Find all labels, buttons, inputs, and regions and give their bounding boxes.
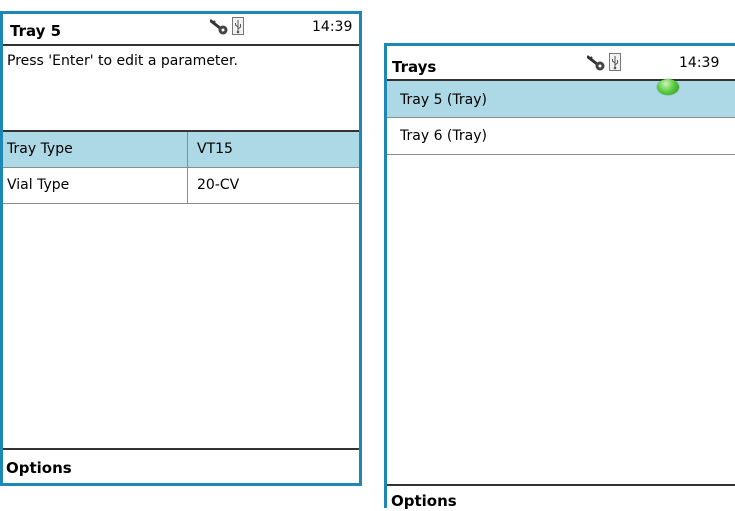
options-softkey[interactable]: Options <box>3 448 359 483</box>
title-bar: Trays 14:39 <box>387 46 735 81</box>
screen-title: Tray 5 <box>10 22 62 40</box>
green-status-icon <box>657 79 679 95</box>
trays-list-screen: Trays 14:39 Tray 5 (Tray) Tray 6 (Tray) … <box>384 43 735 511</box>
clock: 14:39 <box>312 19 353 35</box>
key-icon <box>587 55 605 71</box>
parameter-row-vial-type[interactable]: Vial Type 20-CV <box>3 168 359 204</box>
key-icon <box>210 19 228 35</box>
usb-icon <box>609 53 621 71</box>
parameter-label: Tray Type <box>7 141 73 157</box>
tray-detail-screen: Tray 5 14:39 Press 'Enter' to edit a par… <box>0 11 362 486</box>
parameter-label: Vial Type <box>7 177 70 193</box>
column-divider <box>187 168 188 203</box>
list-item-tray-6[interactable]: Tray 6 (Tray) <box>387 118 735 155</box>
options-label: Options <box>391 492 457 510</box>
parameter-row-tray-type[interactable]: Tray Type VT15 <box>3 132 359 168</box>
usb-icon <box>232 17 244 35</box>
options-label: Options <box>6 459 72 477</box>
column-divider <box>187 132 188 167</box>
options-softkey[interactable]: Options <box>387 484 735 511</box>
list-item-tray-5[interactable]: Tray 5 (Tray) <box>387 81 735 118</box>
list-item-label: Tray 6 (Tray) <box>400 128 487 144</box>
clock: 14:39 <box>679 55 720 71</box>
title-bar: Tray 5 14:39 <box>3 14 359 46</box>
screen-title: Trays <box>392 58 437 76</box>
parameter-value: VT15 <box>197 141 233 157</box>
list-item-label: Tray 5 (Tray) <box>400 92 487 108</box>
hint-message: Press 'Enter' to edit a parameter. <box>3 46 359 132</box>
parameter-value: 20-CV <box>197 177 240 193</box>
